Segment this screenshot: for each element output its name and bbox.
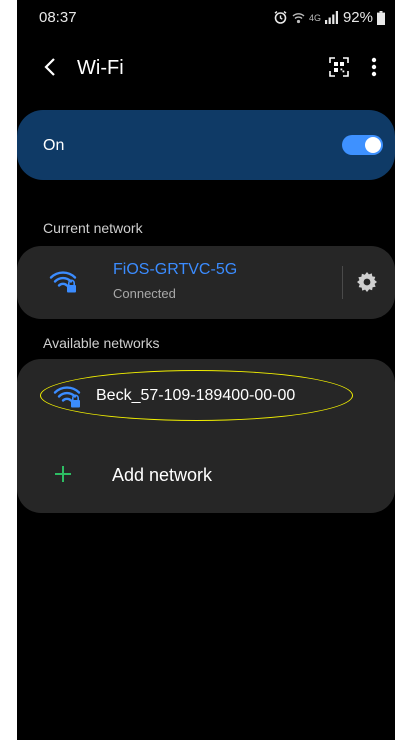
more-options-icon[interactable] (371, 56, 377, 83)
page-title: Wi-Fi (77, 57, 124, 79)
current-network-ssid: FiOS-GRTVC-5G (113, 261, 238, 278)
signal-icon (324, 11, 339, 24)
qr-scan-icon[interactable] (329, 57, 349, 82)
plus-icon (54, 465, 72, 488)
toggle-knob (365, 137, 381, 153)
annotation-highlight (40, 370, 353, 421)
phone-screen: 08:37 4G 92% Wi-Fi On Current network Fi… (17, 0, 395, 740)
wifi-locked-icon (49, 268, 79, 299)
status-bar: 08:37 4G 92% (17, 0, 395, 34)
network-type-label: 4G (308, 12, 321, 23)
current-network-status: Connected (113, 286, 176, 301)
add-network-label: Add network (112, 465, 213, 485)
current-network-heading: Current network (43, 220, 143, 236)
network-list-item[interactable]: Beck_57-109-189400-00-00 (17, 359, 395, 435)
gear-icon[interactable] (357, 272, 377, 297)
status-icons: 4G 92% (273, 9, 385, 26)
wifi-toggle-card[interactable]: On (17, 110, 395, 180)
wifi-toggle-label: On (43, 137, 65, 154)
battery-icon (377, 10, 385, 25)
divider (342, 266, 343, 299)
available-networks-card: Beck_57-109-189400-00-00 Add network (17, 359, 395, 513)
add-network-button[interactable]: Add network (17, 451, 395, 499)
alarm-icon (273, 10, 288, 25)
current-network-card[interactable]: FiOS-GRTVC-5G Connected (17, 246, 395, 319)
wifi-call-icon (292, 11, 305, 25)
status-time: 08:37 (39, 9, 77, 26)
available-networks-heading: Available networks (43, 335, 160, 351)
app-bar: Wi-Fi (17, 46, 395, 90)
battery-percent: 92% (342, 9, 373, 26)
wifi-toggle-switch[interactable] (342, 135, 383, 155)
back-arrow-icon[interactable] (43, 56, 57, 83)
